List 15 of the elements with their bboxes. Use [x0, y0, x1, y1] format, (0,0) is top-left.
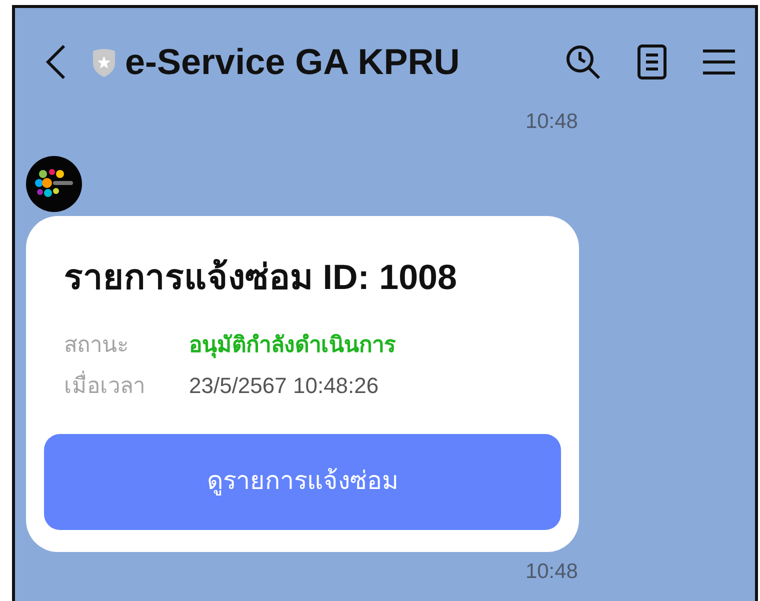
notes-icon[interactable] [637, 44, 667, 80]
field-value: 23/5/2567 10:48:26 [189, 372, 379, 400]
menu-icon[interactable] [703, 49, 735, 75]
chat-title: e-Service GA KPRU [125, 40, 460, 84]
message-time: 10:48 [525, 560, 578, 583]
field-label: เมื่อเวลา [64, 369, 189, 402]
status-value: อนุมัติกำลังดำเนินการ [189, 331, 396, 360]
avatar-logo-icon[interactable] [26, 156, 82, 212]
search-icon[interactable] [565, 44, 601, 80]
message-time: 10:48 [525, 110, 578, 133]
card-title: รายการแจ้งซ่อม ID: 1008 [63, 256, 458, 298]
shield-star-icon [91, 47, 117, 77]
field-label: สถานะ [64, 331, 130, 359]
back-icon[interactable] [45, 44, 67, 80]
view-button[interactable]: ดูรายการแจ้งซ่อม [44, 434, 561, 530]
